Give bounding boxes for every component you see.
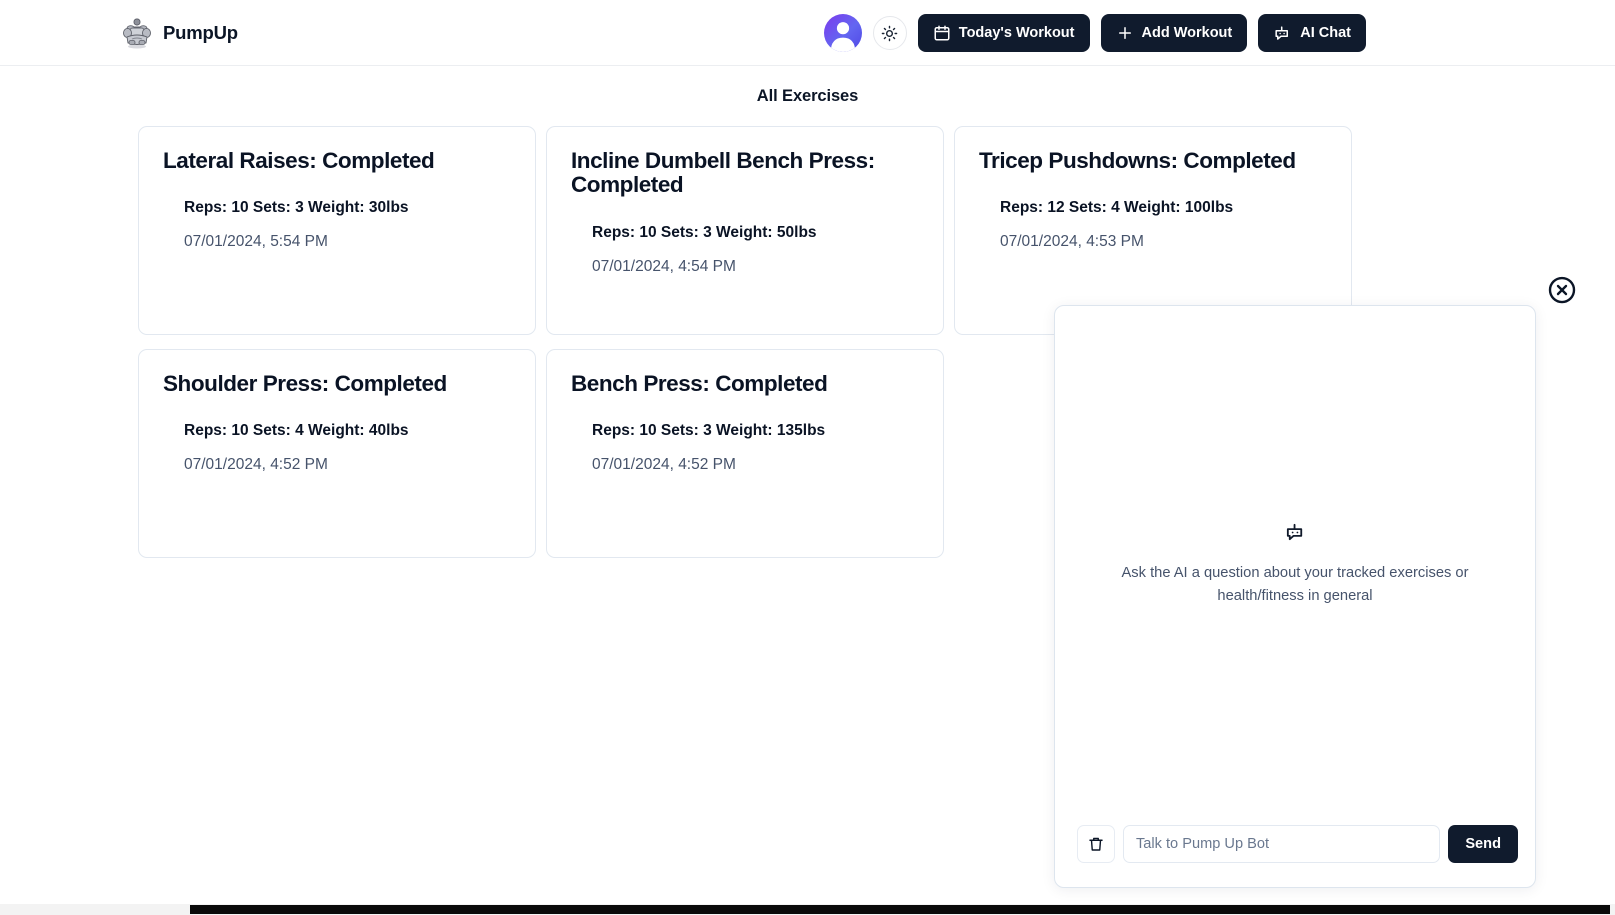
bot-icon bbox=[1286, 523, 1302, 541]
exercise-stats: Reps: 10 Sets: 3 Weight: 135lbs bbox=[592, 422, 826, 440]
horizontal-scrollbar-thumb[interactable] bbox=[190, 905, 1610, 914]
horizontal-scrollbar[interactable] bbox=[0, 904, 1615, 915]
exercise-timestamp: 07/01/2024, 5:54 PM bbox=[184, 233, 328, 251]
plus-icon bbox=[1118, 27, 1131, 39]
exercise-card[interactable]: Bench Press: Completed Reps: 10 Sets: 3 … bbox=[546, 349, 944, 558]
exercise-timestamp: 07/01/2024, 4:54 PM bbox=[592, 257, 736, 275]
brand-name: PumpUp bbox=[163, 21, 238, 43]
circle-x-icon bbox=[1548, 276, 1576, 304]
exercise-stats: Reps: 12 Sets: 4 Weight: 100lbs bbox=[1000, 199, 1234, 217]
brand[interactable]: PumpUp bbox=[120, 16, 238, 50]
exercise-title: Tricep Pushdowns: Completed bbox=[979, 148, 1296, 173]
theme-toggle-button[interactable] bbox=[872, 16, 907, 50]
exercise-timestamp: 07/01/2024, 4:53 PM bbox=[1000, 233, 1144, 251]
chat-empty-state-text: Ask the AI a question about your tracked… bbox=[1121, 565, 1469, 605]
todays-workout-button[interactable]: Today's Workout bbox=[917, 14, 1090, 52]
exercise-title: Lateral Raises: Completed bbox=[163, 148, 435, 173]
todays-workout-label: Today's Workout bbox=[958, 25, 1075, 41]
chat-message-area: Ask the AI a question about your tracked… bbox=[1055, 306, 1535, 825]
exercise-title: Shoulder Press: Completed bbox=[163, 371, 447, 396]
exercise-card[interactable]: Tricep Pushdowns: Completed Reps: 12 Set… bbox=[954, 126, 1352, 335]
send-button[interactable]: Send bbox=[1448, 825, 1518, 863]
sun-icon bbox=[882, 25, 898, 41]
chat-empty-state-icon bbox=[1284, 521, 1307, 549]
chat-close-button[interactable] bbox=[1547, 275, 1577, 305]
add-workout-button[interactable]: Add Workout bbox=[1100, 14, 1248, 52]
calendar-icon bbox=[934, 25, 950, 41]
exercise-title: Bench Press: Completed bbox=[571, 371, 828, 396]
muscle-man-logo bbox=[123, 18, 151, 48]
exercise-timestamp: 07/01/2024, 4:52 PM bbox=[592, 456, 736, 474]
trash-icon bbox=[1089, 837, 1103, 851]
bot-icon bbox=[1275, 25, 1289, 40]
ai-chat-label: AI Chat bbox=[1300, 25, 1351, 41]
clear-chat-button[interactable] bbox=[1077, 825, 1115, 863]
app-header: PumpUp Today's Workout Add Workout AI Ch… bbox=[0, 0, 1615, 66]
ai-chat-button[interactable]: AI Chat bbox=[1258, 14, 1366, 52]
avatar[interactable] bbox=[823, 14, 862, 52]
exercise-card[interactable]: Shoulder Press: Completed Reps: 10 Sets:… bbox=[138, 349, 536, 558]
exercise-card[interactable]: Incline Dumbell Bench Press: Completed R… bbox=[546, 126, 944, 335]
exercise-title: Incline Dumbell Bench Press: Completed bbox=[571, 148, 875, 198]
exercise-stats: Reps: 10 Sets: 4 Weight: 40lbs bbox=[184, 422, 409, 440]
add-workout-label: Add Workout bbox=[1141, 25, 1233, 41]
exercise-timestamp: 07/01/2024, 4:52 PM bbox=[184, 456, 328, 474]
chat-input-row: Send bbox=[1055, 825, 1535, 887]
exercise-stats: Reps: 10 Sets: 3 Weight: 50lbs bbox=[592, 223, 817, 241]
chat-input[interactable] bbox=[1123, 825, 1441, 863]
exercise-card[interactable]: Lateral Raises: Completed Reps: 10 Sets:… bbox=[138, 126, 536, 335]
exercise-stats: Reps: 10 Sets: 3 Weight: 30lbs bbox=[184, 199, 409, 217]
ai-chat-panel: Ask the AI a question about your tracked… bbox=[1054, 305, 1536, 888]
header-actions: Today's Workout Add Workout AI Chat bbox=[823, 0, 1366, 66]
page-title: All Exercises bbox=[756, 87, 859, 105]
user-avatar-icon bbox=[830, 22, 856, 52]
